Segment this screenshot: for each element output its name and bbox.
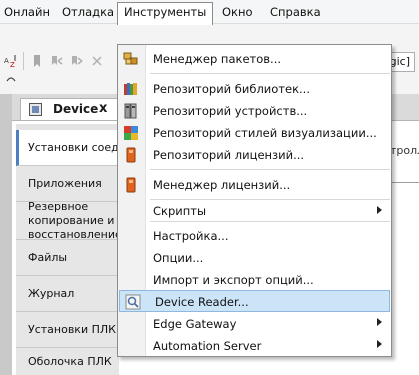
menu-item-label: Импорт и экспорт опций... — [153, 273, 314, 287]
nav-item-connection-settings[interactable]: Установки соединения — [16, 130, 119, 166]
menu-item-label: Automation Server — [153, 339, 262, 353]
toolbar-separator — [23, 52, 24, 70]
menu-item-package-manager[interactable]: Менеджер пакетов... — [118, 48, 391, 70]
device-icon — [29, 103, 42, 116]
submenu-arrow-icon — [377, 340, 382, 348]
menu-item-scripts[interactable]: Скрипты — [118, 196, 391, 218]
menu-item-license-repository[interactable]: Репозиторий лицензий... — [118, 144, 391, 166]
controller-label: троллер — [390, 144, 419, 157]
clear-bookmarks-icon[interactable] — [90, 54, 104, 68]
menu-separator — [150, 73, 390, 74]
package-manager-icon — [123, 51, 139, 67]
nav-item-label: Приложения — [28, 176, 102, 190]
nav-item-label: Журнал — [28, 286, 75, 300]
next-bookmark-icon[interactable] — [50, 54, 64, 68]
toolbar-small-icon[interactable] — [4, 73, 18, 87]
nav-item-label: Установки соединения — [28, 140, 119, 154]
prev-bookmark-icon[interactable] — [70, 54, 84, 68]
menu-window[interactable]: Окно — [216, 2, 259, 22]
menu-item-label: Менеджер лицензий... — [153, 178, 291, 192]
menu-item-label: Device Reader... — [155, 295, 249, 309]
license-repository-icon — [123, 147, 139, 163]
menu-item-label: Репозиторий лицензий... — [153, 148, 305, 162]
menu-item-visualization-styles[interactable]: Репозиторий стилей визуализации... — [118, 122, 391, 144]
menu-item-device-repository[interactable]: Репозиторий устройств... — [118, 100, 391, 122]
menu-item-label: Настройка... — [153, 229, 229, 243]
menu-separator — [150, 169, 390, 170]
menu-item-library-repository[interactable]: Репозиторий библиотек... — [118, 78, 391, 100]
nav-item-files[interactable]: Файлы — [16, 240, 119, 276]
menu-item-import-export-options[interactable]: Импорт и экспорт опций... — [118, 269, 391, 291]
menu-debug[interactable]: Отладка — [56, 2, 120, 22]
visualization-styles-icon — [123, 125, 139, 141]
menu-item-label: Менеджер пакетов... — [153, 52, 281, 66]
nav-item-log[interactable]: Журнал — [16, 276, 119, 312]
nav-item-label: Установки ПЛК — [28, 322, 116, 336]
submenu-arrow-icon — [377, 206, 382, 214]
tab-device[interactable]: Device x — [20, 98, 118, 120]
menu-item-label: Опции... — [153, 251, 204, 265]
menu-online[interactable]: Онлайн — [0, 2, 56, 22]
submenu-arrow-icon — [377, 318, 382, 326]
nav-item-label: Оболочка ПЛК — [28, 354, 112, 368]
left-dock-edge — [0, 94, 12, 375]
tab-device-label: Device — [53, 102, 99, 116]
menu-item-device-reader[interactable]: Device Reader... — [119, 290, 390, 312]
nav-item-label: Резервное копирование и восстановление — [28, 202, 119, 240]
menu-separator — [150, 221, 390, 222]
close-icon[interactable]: x — [99, 101, 107, 116]
menu-item-label: Репозиторий библиотек... — [153, 82, 310, 96]
menu-item-customize[interactable]: Настройка... — [118, 225, 391, 247]
menu-help[interactable]: Справка — [264, 2, 327, 22]
menu-item-options[interactable]: Опции... — [118, 247, 391, 269]
menu-item-label: Edge Gateway — [153, 317, 237, 331]
menu-item-edge-gateway[interactable]: Edge Gateway — [118, 313, 391, 335]
menu-item-label: Скрипты — [153, 204, 207, 218]
svg-text:A: A — [4, 57, 9, 65]
library-repository-icon — [123, 81, 139, 97]
tools-menu: Менеджер пакетов... Репозиторий библиоте… — [117, 44, 392, 357]
nav-item-applications[interactable]: Приложения — [16, 166, 119, 202]
bookmark-icon[interactable] — [30, 54, 44, 68]
toolbar-sort-icon[interactable]: AZ — [4, 54, 18, 69]
menu-tools[interactable]: Инструменты — [117, 2, 214, 25]
divider — [390, 182, 419, 183]
menu-item-label: Репозиторий устройств... — [153, 104, 308, 118]
device-repository-icon — [123, 103, 139, 119]
nav-item-label: Файлы — [28, 250, 68, 264]
menu-bar: Онлайн Отладка Инструменты Окно Справка — [0, 0, 419, 25]
device-nav: Установки соединения Приложения Резервно… — [16, 124, 119, 375]
nav-item-plc-settings[interactable]: Установки ПЛК — [16, 312, 119, 348]
svg-text:Z: Z — [10, 61, 15, 68]
menu-item-automation-server[interactable]: Automation Server — [118, 335, 391, 357]
menu-item-label: Репозиторий стилей визуализации... — [153, 126, 377, 140]
device-reader-icon — [125, 294, 141, 310]
nav-item-backup-restore[interactable]: Резервное копирование и восстановление — [16, 202, 119, 240]
nav-item-plc-shell[interactable]: Оболочка ПЛК — [16, 348, 119, 375]
menu-item-license-manager[interactable]: Менеджер лицензий... — [118, 174, 391, 196]
license-manager-icon — [123, 177, 139, 193]
